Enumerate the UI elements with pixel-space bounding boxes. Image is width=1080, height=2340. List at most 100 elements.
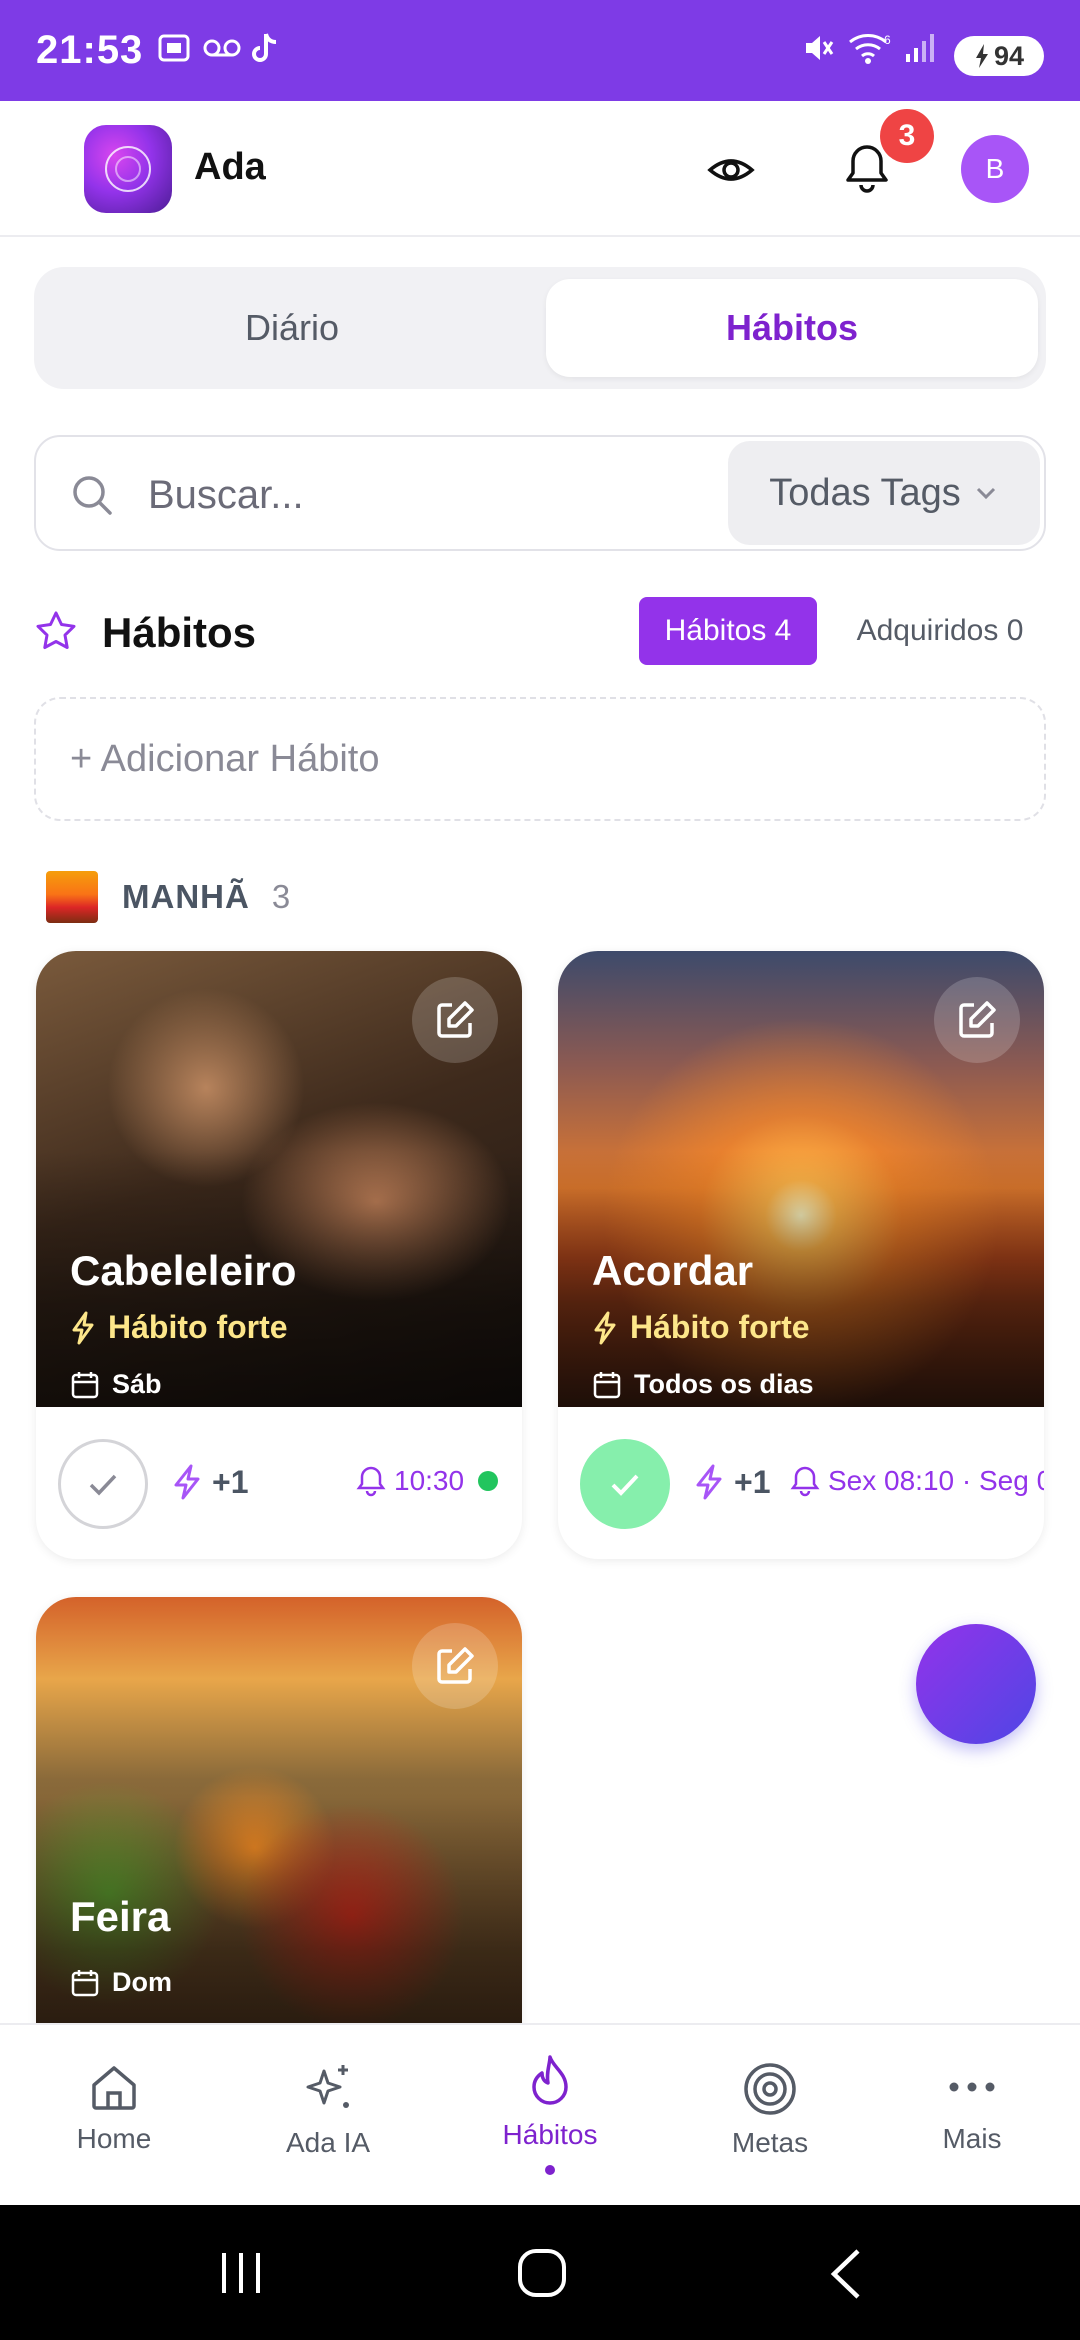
nav-metas[interactable]: Metas — [662, 2025, 878, 2207]
system-nav-bar — [0, 2205, 1080, 2340]
avatar[interactable]: B — [961, 135, 1029, 203]
wifi-icon: 6 — [849, 33, 891, 64]
habit-days: Todos os dias — [634, 1369, 814, 1399]
nav-mais[interactable]: Mais — [864, 2025, 1080, 2207]
add-habit-button[interactable]: + Adicionar Hábito — [34, 697, 1046, 821]
habit-title: Cabeleleiro — [70, 1247, 297, 1294]
search-icon — [73, 476, 112, 515]
nav-home-label: Home — [76, 2123, 152, 2154]
edit-icon — [437, 1001, 474, 1038]
habit-schedule: Todos os dias — [592, 1369, 814, 1400]
habit-title: Feira — [70, 1893, 171, 1940]
tags-dropdown[interactable]: Todas Tags — [728, 441, 1040, 545]
check-icon — [611, 1474, 639, 1496]
habit-footer: +1 Sex 08:10 · Seg 07: — [558, 1407, 1044, 1559]
more-icon — [949, 2082, 995, 2092]
edit-button[interactable] — [412, 977, 498, 1063]
xp-label: +1 — [734, 1463, 771, 1500]
section-title: Hábitos — [102, 609, 257, 656]
group-header: MANHÃ 3 — [46, 867, 290, 927]
mute-icon — [806, 36, 834, 60]
nav-mais-label: Mais — [942, 2123, 1002, 2154]
filter-adquiridos[interactable]: Adquiridos 0 — [834, 597, 1046, 665]
nav-metas-label: Metas — [731, 2127, 809, 2158]
bolt-icon — [72, 1311, 94, 1344]
status-time: 21:53 — [36, 28, 144, 72]
home-icon — [92, 2066, 136, 2110]
recent-apps-icon[interactable] — [216, 2249, 266, 2297]
calendar-icon — [71, 1371, 99, 1398]
main-content: Diário Hábitos Todas Tags Hábitos Hábito… — [0, 237, 1080, 2023]
habit-strength: Hábito forte — [592, 1309, 810, 1346]
voicemail-icon — [203, 39, 241, 57]
section-header: Hábitos Hábitos 4 Adquiridos 0 — [34, 597, 1046, 669]
habit-card[interactable]: Feira Dom — [36, 1597, 522, 2023]
flame-icon — [532, 2055, 568, 2105]
svg-text:6: 6 — [884, 33, 891, 47]
nav-habitos[interactable]: Hábitos — [442, 2025, 658, 2207]
nav-ada-ia[interactable]: Ada IA — [220, 2025, 436, 2207]
habit-strength-label: Hábito forte — [108, 1309, 288, 1345]
tab-diario[interactable]: Diário — [46, 279, 538, 377]
tab-habitos[interactable]: Hábitos — [546, 279, 1038, 377]
home-button-icon[interactable] — [516, 2247, 568, 2299]
status-bar: 21:53 6 94 — [0, 0, 1080, 101]
xp-label: +1 — [212, 1463, 249, 1500]
eye-icon[interactable] — [706, 145, 756, 195]
edit-button[interactable] — [934, 977, 1020, 1063]
habit-days: Sáb — [112, 1369, 162, 1399]
chevron-down-icon — [976, 487, 995, 500]
reminder: 10:30 — [356, 1465, 499, 1497]
xp-value: +1 — [170, 1463, 248, 1501]
active-indicator — [545, 2165, 555, 2175]
reminder-time: Sex 08:10 · Seg 07: — [828, 1465, 1044, 1496]
habit-card[interactable]: Acordar Hábito forte Todos os dias +1 Se… — [558, 951, 1044, 1559]
bolt-icon — [696, 1464, 722, 1500]
search-bar: Todas Tags — [34, 435, 1046, 551]
calendar-icon — [71, 1969, 99, 1996]
filter-habitos[interactable]: Hábitos 4 — [639, 597, 817, 665]
tags-dropdown-label: Todas Tags — [769, 471, 961, 514]
app-bar: Ada 3 B — [0, 101, 1080, 237]
app-name: Ada — [194, 146, 266, 188]
group-name: MANHÃ — [122, 878, 250, 915]
app-logo — [84, 125, 172, 213]
bell-icon — [356, 1466, 386, 1497]
charging-icon — [975, 44, 988, 68]
habit-schedule: Dom — [70, 1967, 172, 1998]
edit-icon — [959, 1001, 996, 1038]
habit-title: Acordar — [592, 1247, 754, 1294]
bolt-icon — [174, 1464, 200, 1500]
target-icon — [744, 2063, 796, 2115]
back-icon[interactable] — [826, 2247, 866, 2301]
bottom-nav: Home Ada IA Hábitos Metas Mais — [0, 2023, 1080, 2205]
tiktok-icon — [252, 33, 277, 62]
signal-icon — [906, 34, 934, 62]
view-tabs: Diário Hábitos — [34, 267, 1046, 389]
reminder-active-dot — [478, 1471, 499, 1491]
star-icon — [36, 611, 76, 649]
sparkles-icon — [306, 2065, 349, 2108]
habit-card[interactable]: Cabeleleiro Hábito forte Sáb +1 10:30 — [36, 951, 522, 1559]
nav-ada-ia-label: Ada IA — [285, 2127, 371, 2158]
nav-home[interactable]: Home — [6, 2025, 222, 2207]
xp-value: +1 — [692, 1463, 770, 1501]
battery-indicator: 94 — [954, 36, 1044, 76]
habit-strength-label: Hábito forte — [630, 1309, 810, 1345]
battery-level: 94 — [993, 40, 1025, 71]
calendar-icon — [593, 1371, 621, 1398]
bell-icon — [790, 1466, 820, 1497]
sunrise-icon — [46, 871, 98, 923]
edit-button[interactable] — [412, 1623, 498, 1709]
complete-checkbox[interactable] — [580, 1439, 670, 1529]
complete-checkbox[interactable] — [58, 1439, 148, 1529]
nav-habitos-label: Hábitos — [502, 2119, 598, 2150]
reminder-time: 10:30 — [394, 1465, 465, 1496]
fab-button[interactable] — [916, 1624, 1036, 1744]
habit-schedule: Sáb — [70, 1369, 162, 1400]
screenshot-icon — [158, 34, 190, 62]
edit-icon — [437, 1647, 474, 1684]
search-input[interactable] — [148, 467, 748, 523]
check-icon — [89, 1474, 117, 1496]
notification-badge: 3 — [880, 109, 934, 163]
